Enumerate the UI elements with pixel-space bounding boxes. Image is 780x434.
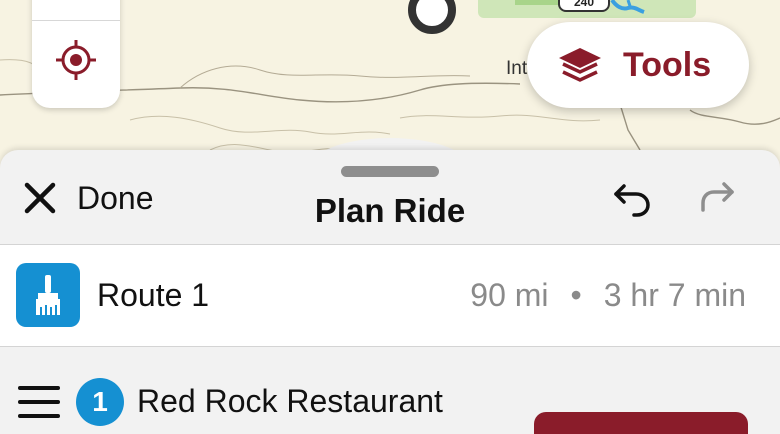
map-view[interactable]: 240 Int Tools <box>0 0 780 160</box>
paintbrush-icon <box>16 263 80 327</box>
stats-separator: • <box>570 277 582 313</box>
tools-label: Tools <box>623 46 712 84</box>
stop-name: Red Rock Restaurant <box>137 383 443 419</box>
route-shield: 240 <box>558 0 610 12</box>
sheet-grabber-handle[interactable] <box>341 166 439 177</box>
water-feature <box>610 0 645 14</box>
waypoint-pin-icon[interactable] <box>408 0 456 34</box>
divider <box>32 20 120 21</box>
map-controls-card <box>32 0 120 108</box>
route-stats: 90 mi • 3 hr 7 min <box>470 277 746 314</box>
stop-action-button[interactable] <box>534 412 748 434</box>
undo-icon[interactable] <box>612 178 652 218</box>
route-summary-row[interactable]: Route 1 90 mi • 3 hr 7 min <box>0 244 780 347</box>
page-title: Plan Ride <box>314 192 466 229</box>
plan-ride-sheet: Done Plan Ride Route 1 90 mi • 3 hr 7 mi… <box>0 150 780 434</box>
map-place-label: Int <box>506 58 528 79</box>
route-duration: 3 hr 7 min <box>603 277 746 313</box>
drag-handle-icon[interactable] <box>18 385 60 419</box>
redo-icon[interactable] <box>698 178 738 218</box>
route-name: Route 1 <box>97 277 210 313</box>
stop-number-badge: 1 <box>76 378 124 426</box>
route-distance: 90 mi <box>470 277 549 313</box>
tools-button[interactable]: Tools <box>527 22 749 108</box>
layers-icon <box>559 48 601 82</box>
locate-me-icon[interactable] <box>54 38 98 82</box>
